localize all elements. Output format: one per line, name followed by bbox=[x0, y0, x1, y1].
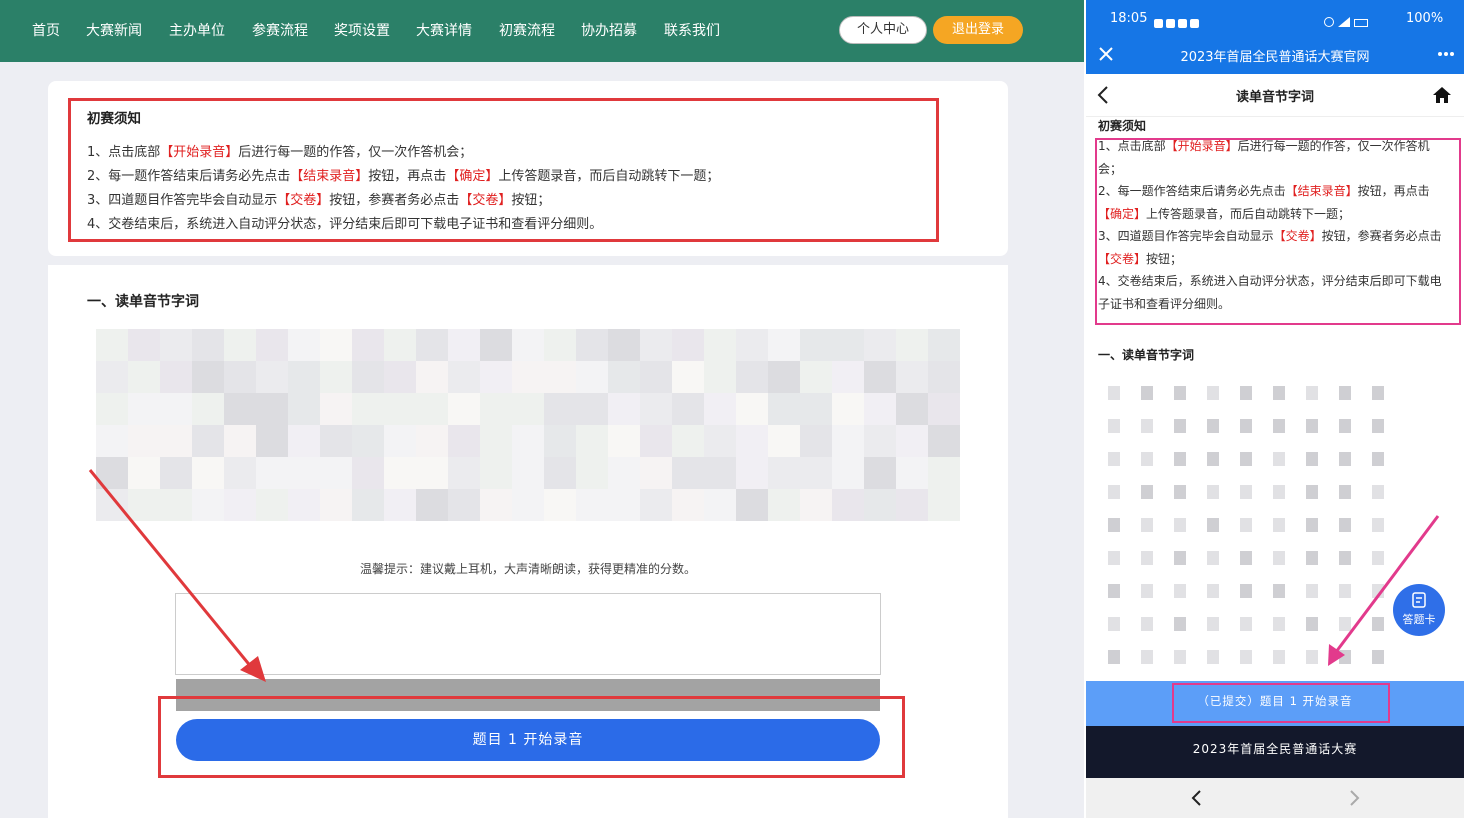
annotation-arrow-desktop bbox=[88, 469, 266, 682]
desktop-view: 首页 大赛新闻 主办单位 参赛流程 奖项设置 大赛详情 初赛流程 协办招募 联系… bbox=[0, 0, 1084, 818]
annotation-arrow-mobile bbox=[1328, 515, 1440, 666]
mobile-view: 18:05 100% 2023年首届全民普通话大赛官网 读单音节字词 初赛须知 … bbox=[1086, 0, 1464, 818]
